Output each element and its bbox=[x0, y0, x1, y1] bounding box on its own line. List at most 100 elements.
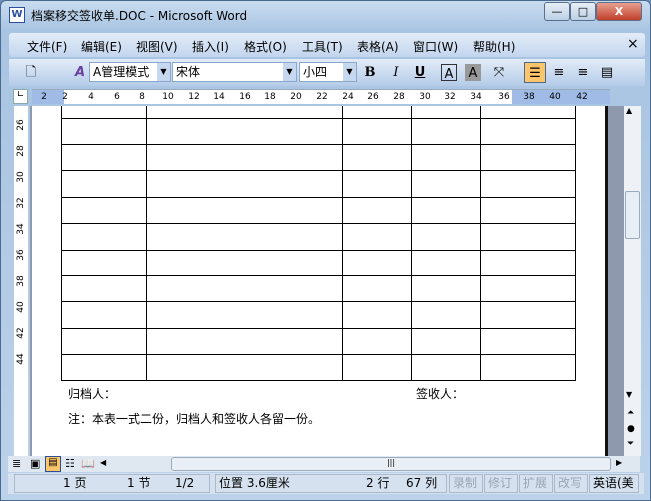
menu-insert[interactable]: 插入(I) bbox=[192, 38, 229, 55]
track-changes-indicator[interactable]: 修订 bbox=[484, 474, 518, 493]
chevron-down-icon[interactable]: ▼ bbox=[343, 63, 356, 81]
horizontal-ruler[interactable]: 2 2 4 6 8 10 12 14 16 18 20 22 24 26 28 30 32 34 36 38 40 42 bbox=[32, 89, 610, 104]
character-border-button[interactable]: A bbox=[441, 64, 457, 82]
scroll-up-icon[interactable]: ▲ bbox=[626, 106, 632, 115]
table-row-border bbox=[61, 118, 576, 119]
ruler-tick-label: 2 bbox=[41, 92, 47, 102]
table-row-border bbox=[61, 301, 576, 302]
new-document-icon[interactable]: 🗋 bbox=[23, 62, 39, 83]
close-button[interactable]: X bbox=[596, 2, 642, 21]
ruler-tick-label: 36 bbox=[498, 92, 510, 102]
print-view-icon[interactable]: ▤ bbox=[45, 456, 61, 472]
scroll-down-icon[interactable]: ▼ bbox=[626, 390, 632, 399]
ruler-tick-label: 40 bbox=[16, 301, 26, 313]
table-row-border bbox=[61, 380, 576, 381]
ruler-tick-label: 2 bbox=[62, 92, 68, 102]
ruler-tick-label: 34 bbox=[470, 92, 482, 102]
table-column-border bbox=[575, 106, 576, 381]
ruler-tick-label: 42 bbox=[16, 327, 26, 339]
vertical-scrollbar[interactable]: ▲ ▼ ⏶ ● ⏷ bbox=[624, 106, 641, 456]
receiver-label: 签收人： bbox=[416, 387, 465, 401]
ruler-tick-label: 28 bbox=[16, 145, 26, 157]
ruler-tick-label: 38 bbox=[523, 92, 535, 102]
menu-bar: 文件(F) 编辑(E) 视图(V) 插入(I) 格式(O) 工具(T) 表格(A… bbox=[9, 33, 645, 57]
styles-icon[interactable]: A bbox=[71, 62, 89, 83]
position-info: 位置 3.6厘米 2 行 67 列 bbox=[215, 474, 447, 493]
word-app-icon: W bbox=[9, 7, 25, 23]
ruler-tick-label: 44 bbox=[16, 353, 26, 365]
bold-button[interactable]: B bbox=[361, 62, 379, 83]
previous-page-icon[interactable]: ⏶ bbox=[627, 408, 634, 418]
table-row-border bbox=[61, 275, 576, 276]
window-title: 档案移交签收单.DOC - Microsoft Word bbox=[31, 9, 248, 23]
font-select[interactable]: 宋体 ▼ bbox=[172, 62, 297, 82]
align-justify-button[interactable]: ☰ bbox=[524, 62, 546, 83]
ruler-tick-label: 38 bbox=[16, 275, 26, 287]
close-document-icon[interactable]: × bbox=[627, 36, 639, 52]
menu-tools[interactable]: 工具(T) bbox=[302, 38, 343, 55]
ruler-tick-label: 24 bbox=[342, 92, 354, 102]
page: 归档人： 签收人： 注：本表一式二份，归档人和签收人各留一份。 bbox=[32, 106, 608, 456]
web-view-icon[interactable]: ▣ bbox=[30, 457, 40, 470]
table-column-border bbox=[146, 106, 147, 381]
italic-button[interactable]: I bbox=[387, 62, 405, 83]
note-text: 注：本表一式二份，归档人和签收人各留一份。 bbox=[68, 412, 321, 426]
menu-help[interactable]: 帮助(H) bbox=[473, 38, 515, 55]
view-and-horizontal-scroll-bar: ≣ ▣ ▤ ☷ 📖 ◀ ||| ▶ bbox=[8, 456, 640, 472]
reading-view-icon[interactable]: 📖 bbox=[81, 457, 95, 470]
ruler-tick-label: 4 bbox=[88, 92, 94, 102]
font-size-select[interactable]: 小四 ▼ bbox=[299, 62, 357, 82]
ruler-tick-label: 26 bbox=[367, 92, 379, 102]
character-shading-button[interactable]: A bbox=[465, 64, 481, 81]
vertical-ruler[interactable]: 26 28 30 32 34 36 38 40 42 44 bbox=[14, 106, 28, 456]
menu-window[interactable]: 窗口(W) bbox=[413, 38, 458, 55]
character-scaling-icon[interactable]: ⤧ bbox=[487, 62, 511, 83]
maximize-button[interactable]: □ bbox=[570, 2, 596, 21]
chevron-down-icon[interactable]: ▼ bbox=[283, 63, 296, 81]
table-column-border bbox=[411, 106, 412, 381]
table-column-border bbox=[480, 106, 481, 381]
ruler-tick-label: 30 bbox=[419, 92, 431, 102]
table-row-border bbox=[61, 328, 576, 329]
minimize-button[interactable]: — bbox=[544, 2, 570, 21]
table-row-border bbox=[61, 354, 576, 355]
normal-view-icon[interactable]: ≣ bbox=[12, 457, 21, 470]
overtype-indicator[interactable]: 改写 bbox=[554, 474, 588, 493]
next-page-icon[interactable]: ⏷ bbox=[627, 439, 634, 449]
chevron-down-icon[interactable]: ▼ bbox=[157, 63, 170, 81]
ruler-tick-label: 18 bbox=[264, 92, 276, 102]
underline-button[interactable]: U bbox=[411, 62, 429, 83]
table-row-border bbox=[61, 170, 576, 171]
outline-view-icon[interactable]: ☷ bbox=[65, 457, 75, 470]
table-column-border bbox=[61, 106, 62, 381]
scroll-right-icon[interactable]: ▶ bbox=[616, 458, 622, 467]
browse-object-icon[interactable]: ● bbox=[627, 424, 635, 434]
ruler-tick-label: 12 bbox=[188, 92, 200, 102]
align-right-button[interactable]: ≡ bbox=[573, 62, 593, 83]
horizontal-scrollbar-thumb[interactable]: ||| bbox=[171, 457, 611, 471]
record-macro-indicator[interactable]: 录制 bbox=[449, 474, 483, 493]
scrollbar-thumb[interactable] bbox=[625, 191, 640, 239]
menu-view[interactable]: 视图(V) bbox=[136, 38, 178, 55]
align-center-button[interactable]: ≡ bbox=[549, 62, 569, 83]
language-indicator[interactable]: 英语(美 bbox=[589, 474, 639, 493]
menu-table[interactable]: 表格(A) bbox=[357, 38, 399, 55]
ruler-tick-label: 8 bbox=[139, 92, 145, 102]
ruler-tick-label: 30 bbox=[16, 171, 26, 183]
ruler-tick-label: 40 bbox=[549, 92, 561, 102]
ruler-tick-label: 26 bbox=[16, 119, 26, 131]
menu-format[interactable]: 格式(O) bbox=[244, 38, 287, 55]
ruler-tick-label: 28 bbox=[393, 92, 405, 102]
distributed-align-button[interactable]: ▤ bbox=[597, 62, 617, 83]
menu-edit[interactable]: 编辑(E) bbox=[81, 38, 122, 55]
extend-selection-indicator[interactable]: 扩展 bbox=[519, 474, 553, 493]
document-area[interactable]: 归档人： 签收人： 注：本表一式二份，归档人和签收人各留一份。 bbox=[30, 106, 624, 456]
style-select[interactable]: A管理模式 ▼ bbox=[89, 62, 171, 82]
ruler-tick-label: 42 bbox=[576, 92, 588, 102]
scroll-left-icon[interactable]: ◀ bbox=[100, 458, 106, 467]
menu-file[interactable]: 文件(F) bbox=[27, 38, 67, 55]
ruler-tick-label: 6 bbox=[114, 92, 120, 102]
tab-selector-icon[interactable]: ∟ bbox=[13, 89, 28, 104]
ruler-tick-label: 34 bbox=[16, 223, 26, 235]
table-row-border bbox=[61, 250, 576, 251]
